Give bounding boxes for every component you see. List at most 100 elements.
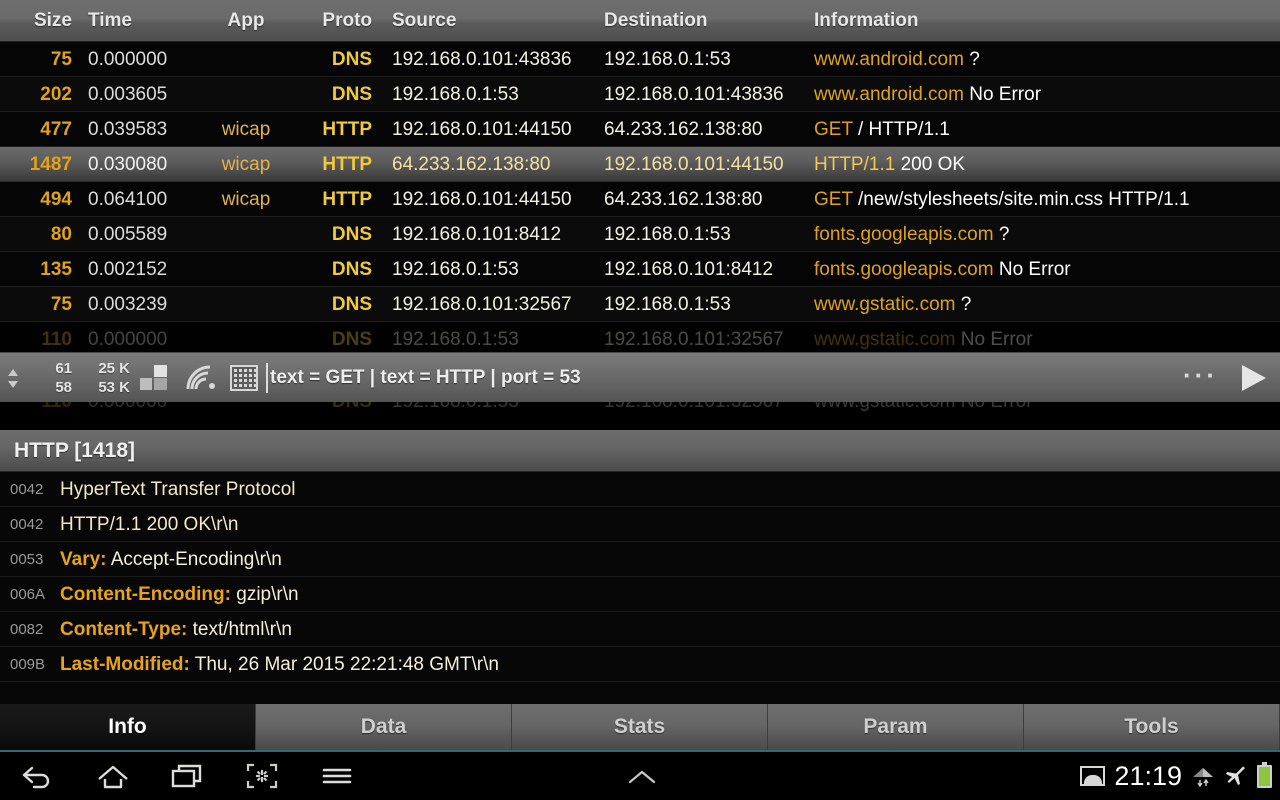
cell-destination: 192.168.0.101:44150	[604, 154, 784, 175]
status-clock: 21:19	[1114, 760, 1182, 791]
arrow-down-icon	[8, 380, 18, 388]
packet-list: Size Time App Proto Source Destination I…	[0, 0, 1280, 352]
detail-text: Content-Encoding: gzip\r\n	[60, 577, 299, 612]
detail-panel-header[interactable]: HTTP [1418]	[0, 430, 1280, 472]
cell-size: 75	[50, 294, 72, 315]
filter-caret	[266, 363, 268, 393]
cell-time: 0.064100	[88, 189, 168, 210]
ghost-row: 1100.000000DNS192.168.0.1:53192.168.0.10…	[0, 402, 1280, 416]
detail-offset: 0042	[10, 481, 44, 498]
packet-rows-container[interactable]: 75 0.000000 DNS 192.168.0.101:43836 192.168.…	[0, 42, 1280, 352]
detail-text: Content-Type: text/html\r\n	[60, 612, 292, 647]
cell-proto: HTTP	[322, 189, 372, 210]
ghost-row-strip: 1100.000000DNS192.168.0.1:53192.168.0.10…	[0, 402, 1280, 430]
tab-data[interactable]: Data	[256, 704, 512, 750]
detail-text: Last-Modified: Thu, 26 Mar 2015 22:21:48…	[60, 647, 499, 682]
column-header-time[interactable]: Time	[88, 0, 132, 42]
table-row[interactable]: 477 0.039583 wicap HTTP 192.168.0.101:44150 6…	[0, 112, 1280, 147]
column-header-information[interactable]: Information	[814, 0, 919, 42]
table-row[interactable]: 202 0.003605 DNS 192.168.0.1:53 192.168.0.10…	[0, 77, 1280, 112]
cell-source: 64.233.162.138:80	[392, 154, 551, 175]
cell-source: 192.168.0.101:43836	[392, 49, 572, 70]
table-row[interactable]: 75 0.000000 DNS 192.168.0.101:43836 192.168.…	[0, 42, 1280, 77]
detail-row[interactable]: 0042 HyperText Transfer Protocol	[0, 472, 1280, 507]
detail-row[interactable]: 0042 HTTP/1.1 200 OK\r\n	[0, 507, 1280, 542]
column-header-size[interactable]: Size	[0, 0, 72, 42]
battery-icon	[1257, 761, 1272, 788]
wifi-signal-icon	[1191, 764, 1215, 788]
cell-size: 135	[40, 259, 72, 280]
tab-tools[interactable]: Tools	[1024, 704, 1280, 750]
android-navigation-bar: 21:19	[0, 752, 1280, 800]
packet-list-header: Size Time App Proto Source Destination I…	[0, 0, 1280, 42]
detail-header-key: Vary:	[60, 549, 107, 570]
bytes-up-count: 25 K	[98, 360, 130, 377]
packets-up-count: 61	[55, 360, 72, 377]
filter-toolbar: 61 58 25 K 53 K text = GET | text = HTTP…	[0, 352, 1280, 402]
cell-app	[200, 287, 292, 322]
detail-header-key: Content-Encoding:	[60, 584, 231, 605]
tab-info[interactable]: Info	[0, 704, 256, 750]
home-icon[interactable]	[96, 762, 130, 790]
detail-row[interactable]: 009B Last-Modified: Thu, 26 Mar 2015 22:2…	[0, 647, 1280, 682]
table-row[interactable]: 135 0.002152 DNS 192.168.0.1:53 192.168.0.10…	[0, 252, 1280, 287]
cell-size: 494	[40, 189, 72, 210]
detail-offset: 0053	[10, 551, 44, 568]
cell-source: 192.168.0.101:8412	[392, 224, 562, 245]
play-icon[interactable]	[1242, 365, 1266, 391]
cell-information: www.gstatic.com No Error	[814, 329, 1033, 350]
cell-destination: 64.233.162.138:80	[604, 119, 763, 140]
cell-app	[200, 42, 292, 77]
cell-size: 75	[50, 49, 72, 70]
detail-text: HyperText Transfer Protocol	[60, 472, 295, 507]
packet-counters: 61 58	[26, 359, 72, 397]
table-row[interactable]: 1487 0.030080 wicap HTTP 64.233.162.138:80 19…	[0, 147, 1280, 182]
back-icon[interactable]	[20, 762, 54, 790]
grid4-icon[interactable]	[140, 365, 170, 391]
matrix-icon[interactable]	[230, 365, 258, 391]
screenshot-icon[interactable]	[245, 762, 279, 790]
column-header-proto[interactable]: Proto	[300, 0, 372, 42]
table-row[interactable]: 80 0.005589 DNS 192.168.0.101:8412 192.168.0…	[0, 217, 1280, 252]
detail-offset: 009B	[10, 656, 46, 673]
column-header-destination[interactable]: Destination	[604, 0, 707, 42]
detail-row[interactable]: 006A Content-Encoding: gzip\r\n	[0, 577, 1280, 612]
table-row[interactable]: 110 0.000000 DNS 192.168.0.1:53 192.168.0.10…	[0, 322, 1280, 352]
cell-source: 192.168.0.101:44150	[392, 189, 572, 210]
cell-source: 192.168.0.101:44150	[392, 119, 572, 140]
cell-information: www.android.com ?	[814, 49, 980, 70]
detail-row[interactable]: 0053 Vary: Accept-Encoding\r\n	[0, 542, 1280, 577]
recents-icon[interactable]	[170, 762, 204, 790]
cell-destination: 192.168.0.1:53	[604, 224, 731, 245]
cell-time: 0.039583	[88, 119, 168, 140]
menu-icon[interactable]	[320, 762, 354, 790]
table-row[interactable]: 494 0.064100 wicap HTTP 192.168.0.101:44150 6…	[0, 182, 1280, 217]
detail-header-value: gzip\r\n	[230, 584, 299, 605]
cell-time: 0.002152	[88, 259, 168, 280]
filter-input[interactable]: text = GET | text = HTTP | port = 53	[270, 353, 581, 403]
cell-size: 110	[41, 329, 72, 350]
table-row[interactable]: 75 0.003239 DNS 192.168.0.101:32567 192.168.…	[0, 287, 1280, 322]
tab-stats[interactable]: Stats	[512, 704, 768, 750]
detail-offset: 006A	[10, 586, 46, 603]
byte-counters: 25 K 53 K	[74, 359, 130, 397]
overflow-menu-icon[interactable]: ···	[1183, 353, 1218, 403]
packet-capture-app: Size Time App Proto Source Destination I…	[0, 0, 1280, 800]
column-header-app[interactable]: App	[200, 0, 292, 42]
tab-param[interactable]: Param	[768, 704, 1024, 750]
cell-information: www.gstatic.com ?	[814, 294, 972, 315]
cell-destination: 192.168.0.101:8412	[604, 259, 774, 280]
wifi-icon[interactable]	[184, 365, 218, 391]
detail-text: Vary: Accept-Encoding\r\n	[60, 542, 282, 577]
cell-information: fonts.googleapis.com No Error	[814, 259, 1071, 280]
cell-app: wicap	[221, 119, 271, 140]
cell-destination: 192.168.0.101:32567	[604, 329, 784, 350]
chevron-up-icon[interactable]	[622, 762, 662, 790]
detail-row[interactable]: 0082 Content-Type: text/html\r\n	[0, 612, 1280, 647]
cell-time: 0.005589	[88, 224, 168, 245]
column-header-source[interactable]: Source	[392, 0, 456, 42]
detail-panel-body[interactable]: 0042 HyperText Transfer Protocol 0042 HTTP/…	[0, 472, 1280, 704]
cell-app	[200, 77, 292, 112]
detail-header-value: Thu, 26 Mar 2015 22:21:48 GMT\r\n	[189, 654, 499, 675]
cell-size: 80	[50, 224, 72, 245]
